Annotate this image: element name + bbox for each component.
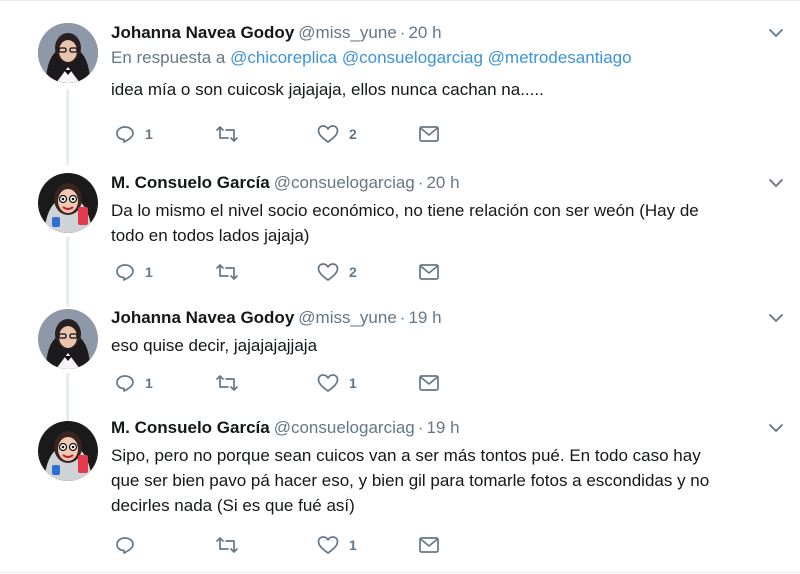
tweet-text-line: Sipo, pero no porque sean cuicos van a s… [111, 446, 701, 465]
tweet-header: Johanna Navea Godoy @miss_yune · 20 h [111, 21, 760, 45]
avatar[interactable] [38, 173, 98, 233]
tweet-actions: 1 [115, 533, 475, 557]
reply-icon [115, 124, 135, 144]
timestamp[interactable]: 20 h [408, 23, 441, 42]
avatar-johanna-image [38, 23, 98, 83]
tweet-text-line: que ser bien pavo pá hacer eso, y bien g… [111, 471, 710, 490]
tweet-text-line: Da lo mismo el nivel socio económico, no… [111, 201, 699, 220]
tweet-header: Johanna Navea Godoy @miss_yune · 19 h [111, 306, 760, 330]
tweet-text: eso quise decir, jajajajajjaja [111, 336, 318, 355]
user-handle[interactable]: @consuelogarciag [274, 173, 415, 192]
mention-link[interactable]: @consuelogarciag [342, 48, 483, 67]
envelope-icon [418, 125, 440, 143]
retweet-icon [215, 373, 239, 393]
tweet[interactable]: M. Consuelo García @consuelogarciag · 20 h … [0, 161, 800, 299]
tweet-text: idea mía o son cuicosk jajajaja, ellos n… [111, 80, 544, 99]
reply-icon [115, 373, 135, 393]
reply-context: En respuesta a @chicoreplica @consueloga… [111, 46, 760, 70]
direct-message-button[interactable] [418, 533, 440, 557]
avatar[interactable] [38, 421, 98, 481]
timestamp[interactable]: 20 h [426, 173, 459, 192]
tweet-actions: 1 1 [115, 371, 475, 395]
direct-message-button[interactable] [418, 371, 440, 395]
tweet[interactable]: M. Consuelo García @consuelogarciag · 19 h … [0, 409, 800, 574]
tweet[interactable]: Johanna Navea Godoy @miss_yune · 20 h En re… [0, 1, 800, 161]
direct-message-button[interactable] [418, 122, 440, 146]
tweet[interactable]: Johanna Navea Godoy @miss_yune · 19 h eso q… [0, 299, 800, 409]
avatar[interactable] [38, 23, 98, 83]
retweet-icon [215, 535, 239, 555]
retweet-icon [215, 124, 239, 144]
user-handle[interactable]: @miss_yune [298, 308, 397, 327]
retweet-button[interactable] [215, 122, 249, 146]
reply-button[interactable] [115, 533, 145, 557]
like-button[interactable]: 1 [317, 533, 357, 557]
separator-dot: · [399, 308, 406, 327]
retweet-icon [215, 262, 239, 282]
heart-icon [317, 124, 339, 144]
heart-icon [317, 373, 339, 393]
separator-dot: · [417, 418, 424, 437]
chevron-down-icon[interactable] [768, 25, 784, 41]
reply-prefix: En respuesta a [111, 48, 226, 67]
separator-dot: · [417, 173, 424, 192]
tweet-text: Da lo mismo el nivel socio económico, no… [111, 198, 760, 248]
retweet-button[interactable] [215, 260, 249, 284]
tweet-actions: 1 2 [115, 260, 475, 284]
reply-icon [115, 262, 135, 282]
reply-button[interactable]: 1 [115, 260, 153, 284]
like-count: 1 [349, 375, 357, 391]
display-name[interactable]: Johanna Navea Godoy [111, 23, 294, 42]
like-button[interactable]: 2 [317, 122, 357, 146]
timestamp[interactable]: 19 h [408, 308, 441, 327]
user-handle[interactable]: @consuelogarciag [274, 418, 415, 437]
like-count: 2 [349, 126, 357, 142]
chevron-down-icon[interactable] [768, 310, 784, 326]
tweet-text-line: decirles nada (Si es que fué así) [111, 496, 355, 515]
direct-message-button[interactable] [418, 260, 440, 284]
heart-icon [317, 262, 339, 282]
timestamp[interactable]: 19 h [426, 418, 459, 437]
display-name[interactable]: M. Consuelo García [111, 418, 270, 437]
like-count: 1 [349, 537, 357, 553]
envelope-icon [418, 536, 440, 554]
chevron-down-icon[interactable] [768, 420, 784, 436]
mention-link[interactable]: @chicoreplica [230, 48, 337, 67]
reply-count: 1 [145, 126, 153, 142]
avatar-consuelo-image [38, 421, 98, 481]
retweet-button[interactable] [215, 533, 249, 557]
separator-dot: · [399, 23, 406, 42]
reply-count: 1 [145, 264, 153, 280]
tweet-actions: 1 2 [115, 122, 475, 146]
tweet-text: Sipo, pero no porque sean cuicos van a s… [111, 443, 760, 518]
like-button[interactable]: 2 [317, 260, 357, 284]
envelope-icon [418, 263, 440, 281]
like-button[interactable]: 1 [317, 371, 357, 395]
reply-button[interactable]: 1 [115, 122, 153, 146]
reply-icon [115, 535, 135, 555]
reply-button[interactable]: 1 [115, 371, 153, 395]
tweet-text-line: todo en todos lados jajaja) [111, 226, 310, 245]
tweet-header: M. Consuelo García @consuelogarciag · 19 h [111, 416, 760, 440]
user-handle[interactable]: @miss_yune [298, 23, 397, 42]
retweet-button[interactable] [215, 371, 249, 395]
avatar-johanna-image [38, 309, 98, 369]
mention-link[interactable]: @metrodesantiago [488, 48, 632, 67]
tweet-header: M. Consuelo García @consuelogarciag · 20 h [111, 171, 760, 195]
like-count: 2 [349, 264, 357, 280]
chevron-down-icon[interactable] [768, 175, 784, 191]
avatar[interactable] [38, 309, 98, 369]
avatar-consuelo-image [38, 173, 98, 233]
reply-count: 1 [145, 375, 153, 391]
heart-icon [317, 535, 339, 555]
display-name[interactable]: Johanna Navea Godoy [111, 308, 294, 327]
envelope-icon [418, 374, 440, 392]
display-name[interactable]: M. Consuelo García [111, 173, 270, 192]
conversation-thread: Johanna Navea Godoy @miss_yune · 20 h En re… [0, 0, 800, 573]
